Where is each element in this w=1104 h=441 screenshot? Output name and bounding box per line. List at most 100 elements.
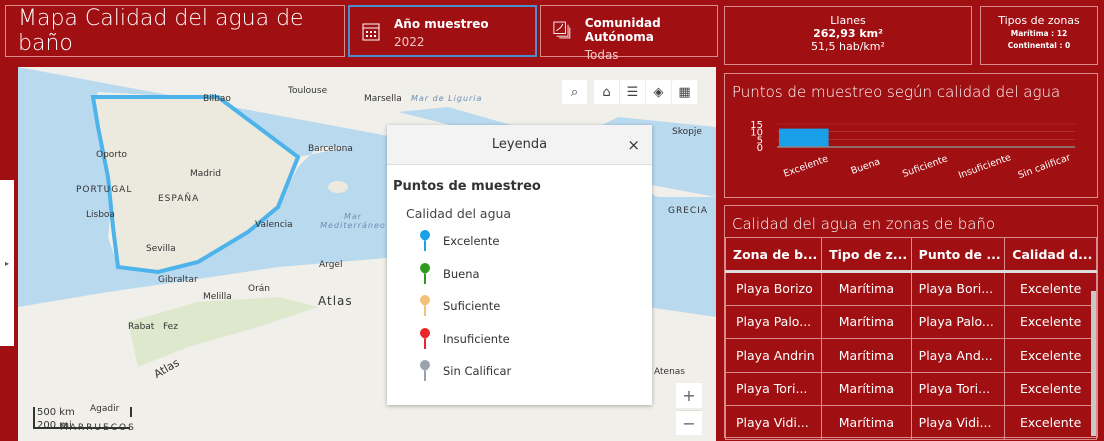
- map-label: Gibraltar: [158, 275, 198, 285]
- legend-item: Insuficiente: [419, 323, 652, 356]
- table-row[interactable]: Playa Borizo Marítima Playa Bori... Excelen…: [724, 271, 1097, 306]
- zoom-in-button[interactable]: +: [676, 383, 702, 408]
- table-cell: Excelente: [1004, 271, 1097, 306]
- chart-title: Puntos de muestreo según calidad del agu…: [732, 83, 1061, 101]
- x-tick-label: Buena: [849, 156, 881, 177]
- map-label: Barcelona: [308, 144, 353, 154]
- x-tick-label: Suficiente: [901, 153, 949, 180]
- bar[interactable]: [779, 128, 829, 147]
- legend-item: Suficiente: [419, 290, 652, 323]
- bathing-zones-table-panel: Calidad del agua en zonas de baño Zona d…: [724, 205, 1098, 440]
- map-label: Atenas: [654, 367, 685, 377]
- legend-item-label: Excelente: [443, 234, 500, 249]
- year-selector[interactable]: Año muestreo 2022: [348, 5, 537, 57]
- pin-icon: [420, 230, 430, 252]
- table-cell: Excelente: [1004, 338, 1097, 373]
- map-label: ESPAÑA: [158, 194, 200, 204]
- map-label: Mar de Liguria: [411, 94, 483, 103]
- comunidad-selector[interactable]: Comunidad Autónoma Todas: [540, 5, 718, 62]
- map-label: Marsella: [364, 94, 402, 104]
- table-cell: Marítima: [821, 405, 912, 440]
- year-label: Año muestreo: [394, 17, 489, 31]
- table-cell: Playa Vidi...: [724, 405, 823, 440]
- map-toolbar: ⌕: [562, 80, 588, 104]
- map-label: Lisboa: [86, 210, 115, 220]
- bathing-zones-table: Zona de b... Tipo de z... Punto de ... Cali…: [724, 237, 1097, 440]
- pin-icon: [420, 262, 430, 284]
- pin-icon: [420, 360, 430, 382]
- map-label: Valencia: [255, 220, 293, 230]
- zone-types-panel: Tipos de zonas Marítima : 12 Continental…: [980, 6, 1098, 65]
- map-label: PORTUGAL: [76, 185, 133, 195]
- column-header[interactable]: Tipo de z...: [821, 237, 912, 272]
- legend-item-label: Buena: [443, 266, 480, 281]
- legend-item-label: Suficiente: [443, 299, 501, 314]
- legend-field: Calidad del agua: [406, 206, 512, 221]
- table-cell: Playa Borizo: [724, 271, 823, 306]
- map-label: Fez: [163, 322, 178, 332]
- place-name: Llanes: [830, 14, 866, 27]
- legend-panel: Leyenda × Puntos de muestreo Calidad del …: [387, 125, 652, 405]
- app-title: Mapa Calidad del agua de baño: [5, 5, 345, 57]
- column-header[interactable]: Punto de ...: [910, 237, 1006, 272]
- table-row[interactable]: Playa Tori... Marítima Playa Tori... Excele…: [724, 371, 1097, 406]
- zoom-out-button[interactable]: −: [676, 410, 702, 435]
- home-icon[interactable]: ⌂: [594, 80, 620, 104]
- layers-icon[interactable]: ◈: [646, 80, 672, 104]
- map-label: Atlas: [318, 294, 353, 308]
- column-header[interactable]: Zona de b...: [724, 237, 823, 272]
- map-label: Orán: [248, 284, 271, 294]
- map-label: Bilbao: [203, 94, 231, 104]
- search-icon[interactable]: ⌕: [562, 80, 588, 104]
- quality-bar-chart: 151050Excelente Buena Suficiente Insuficien…: [750, 120, 1075, 181]
- map-label: Melilla: [203, 292, 232, 302]
- table-cell: Playa Tori...: [910, 371, 1006, 406]
- legend-list-icon[interactable]: ☰: [620, 80, 646, 104]
- map-label: Oporto: [96, 150, 128, 160]
- year-value: 2022: [394, 35, 425, 49]
- scale-km: 500 km: [37, 407, 75, 418]
- table-row[interactable]: Playa Palo... Marítima Playa Palo... Excele…: [724, 304, 1097, 339]
- map-layers-icon: [553, 21, 571, 39]
- maritima-count: Marítima : 12: [1010, 29, 1068, 38]
- column-header[interactable]: Calidad d...: [1004, 237, 1097, 272]
- table-row[interactable]: Playa Andrin Marítima Playa And... Excelent…: [724, 338, 1097, 373]
- table-row[interactable]: Playa Vidi... Marítima Playa Vidi... Excele…: [724, 405, 1097, 440]
- map-label: Argel: [319, 260, 343, 270]
- map-label: Madrid: [190, 169, 221, 179]
- close-icon[interactable]: ×: [627, 136, 640, 154]
- table-cell: Marítima: [821, 304, 912, 339]
- continental-count: Continental : 0: [1007, 41, 1071, 50]
- location-info-panel: Llanes 262,93 km² 51,5 hab/km²: [724, 6, 972, 65]
- pin-icon: [420, 327, 430, 349]
- legend-item-label: Insuficiente: [443, 331, 510, 346]
- legend-item: Buena: [419, 258, 652, 291]
- legend-item-label: Sin Calificar: [443, 364, 512, 379]
- x-tick-label: Sin calificar: [1017, 152, 1073, 181]
- table-cell: Marítima: [821, 371, 912, 406]
- table-cell: Excelente: [1004, 304, 1097, 339]
- ccaa-label: Comunidad Autónoma: [584, 16, 661, 44]
- map-label: Mar Mediterráneo: [320, 212, 386, 230]
- table-scrollbar[interactable]: [1091, 291, 1096, 436]
- table-cell: Marítima: [821, 338, 912, 373]
- table-cell: Playa Bori...: [910, 271, 1006, 306]
- area-value: 262,93 km²: [813, 27, 883, 40]
- map-label: Rabat: [128, 322, 155, 332]
- map-label: Sevilla: [146, 244, 176, 254]
- density-value: 51,5 hab/km²: [811, 40, 885, 53]
- legend-section: Puntos de muestreo: [393, 179, 541, 194]
- table-cell: Playa Tori...: [724, 371, 823, 406]
- side-panel-toggle[interactable]: ▸: [0, 180, 14, 346]
- map-label: GRECIA: [668, 206, 709, 216]
- table-cell: Excelente: [1004, 405, 1097, 440]
- calendar-icon: [362, 23, 380, 41]
- table-cell: Playa Palo...: [724, 304, 823, 339]
- table-cell: Playa Andrin: [724, 338, 823, 373]
- quality-chart-panel: Puntos de muestreo según calidad del agu…: [724, 73, 1098, 198]
- qr-code-icon[interactable]: ▦: [672, 80, 698, 104]
- map-widgets: ⌂ ☰ ◈ ▦: [594, 80, 698, 104]
- legend-title: Leyenda: [491, 137, 548, 152]
- y-tick-label: 0: [757, 143, 763, 154]
- x-tick-label: Insuficiente: [957, 152, 1013, 181]
